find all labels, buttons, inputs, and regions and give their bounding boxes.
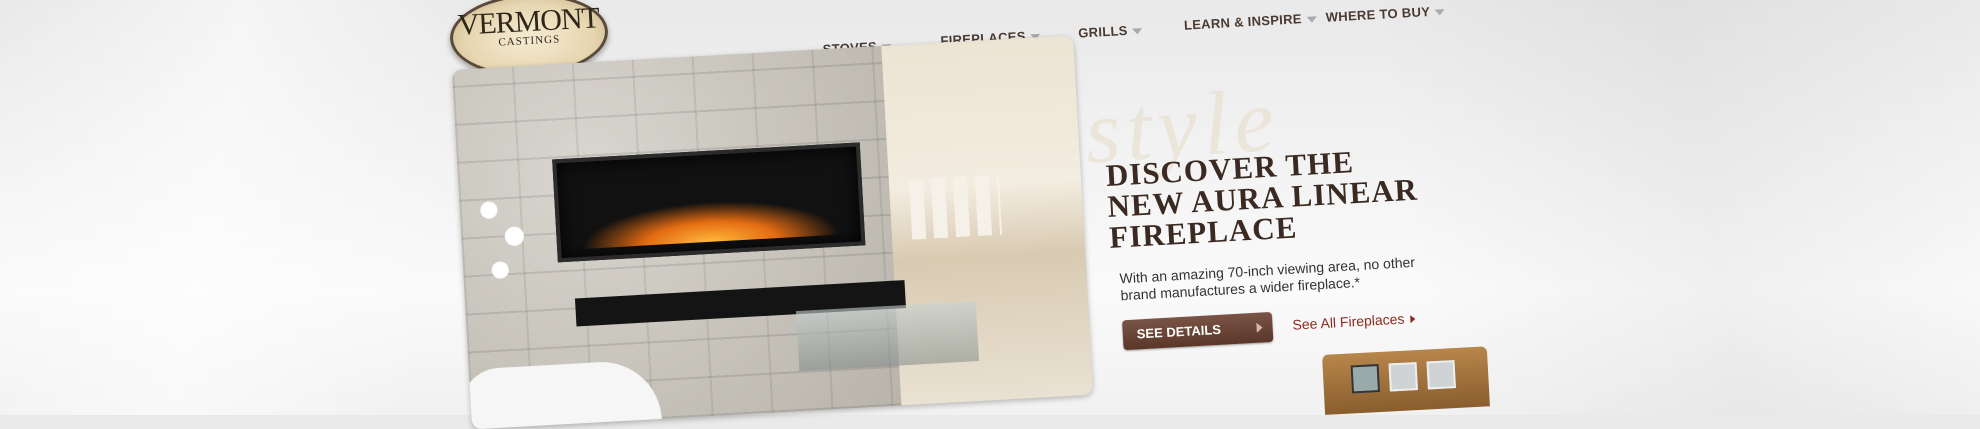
glass-coffee-table xyxy=(795,301,980,372)
carousel-thumbnails xyxy=(1322,346,1490,415)
see-details-button[interactable]: SEE DETAILS xyxy=(1121,311,1274,351)
chevron-down-icon xyxy=(1132,27,1143,35)
nav-item-learn-inspire[interactable]: LEARN & INSPIRE xyxy=(1183,10,1318,33)
nav-item-where-to-buy[interactable]: WHERE TO BUY xyxy=(1325,3,1446,25)
see-all-fireplaces-link[interactable]: See All Fireplaces xyxy=(1292,310,1416,333)
chevron-down-icon xyxy=(1306,15,1317,23)
carousel-thumb-1[interactable] xyxy=(1350,364,1381,394)
nav-label: GRILLS xyxy=(1077,22,1129,41)
hero-description: With an amazing 70-inch viewing area, no… xyxy=(1119,253,1416,304)
carousel-thumb-2[interactable] xyxy=(1388,362,1418,392)
nav-label: WHERE TO BUY xyxy=(1325,3,1431,25)
chevron-right-icon xyxy=(1410,314,1416,324)
nav-label: LEARN & INSPIRE xyxy=(1183,11,1303,33)
nav-item-grills[interactable]: GRILLS xyxy=(1078,22,1143,41)
link-label: See All Fireplaces xyxy=(1292,310,1405,333)
chevron-down-icon xyxy=(1434,8,1446,16)
arrow-right-icon xyxy=(1256,322,1263,333)
fire-flames xyxy=(578,194,841,250)
linear-fireplace xyxy=(552,142,866,263)
dining-chairs xyxy=(908,174,1003,240)
button-label: SEE DETAILS xyxy=(1136,321,1222,342)
orchid-flowers xyxy=(463,185,550,300)
hero-headline: DISCOVER THE NEW AURA LINEAR FIREPLACE xyxy=(1105,137,1530,255)
hero-copy: DISCOVER THE NEW AURA LINEAR FIREPLACE W… xyxy=(1105,137,1536,361)
white-pillows xyxy=(458,358,663,429)
carousel-thumb-3[interactable] xyxy=(1426,360,1456,390)
hero-fireplace-image[interactable] xyxy=(452,35,1094,429)
logo-wordmark: VERMONT xyxy=(456,1,600,42)
